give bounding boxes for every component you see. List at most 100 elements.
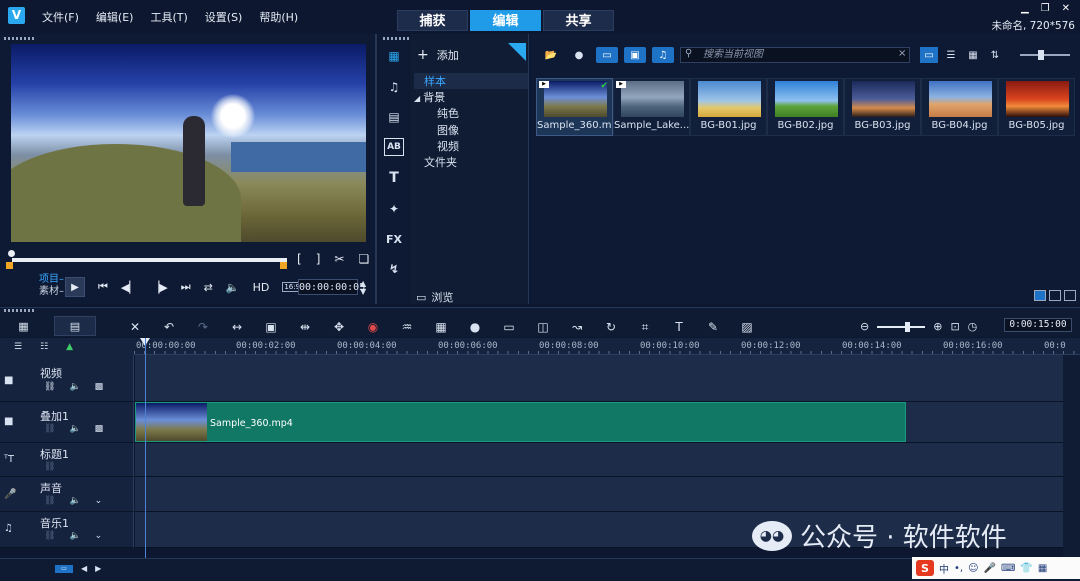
record-capture-icon[interactable]: ◉ xyxy=(356,318,390,336)
preview-timecode[interactable]: 00:00:00:05 xyxy=(298,279,365,295)
scroll-left-icon[interactable]: ◀ xyxy=(81,564,87,573)
panel-grip[interactable] xyxy=(4,309,34,312)
paint-icon[interactable]: ✎ xyxy=(696,318,730,336)
undo-icon[interactable]: ↶ xyxy=(152,318,186,336)
trim-start-marker[interactable] xyxy=(6,262,13,269)
layout-button-3[interactable] xyxy=(1064,290,1076,301)
list-view-icon[interactable]: ☰ xyxy=(942,47,960,63)
track-grid-icon[interactable]: ▩ xyxy=(95,424,104,434)
timeline-scrollbar[interactable] xyxy=(1063,355,1080,558)
track-header-title[interactable]: ᵀT 标题1 ⛓ xyxy=(0,443,134,477)
add-folder-button[interactable]: + 添加 xyxy=(417,47,459,63)
show-audio-icon[interactable]: ♫ xyxy=(652,47,674,63)
time-ruler[interactable]: 00:00:00:00 00:00:02:00 00:00:04:00 00:0… xyxy=(134,338,1080,355)
clock-icon[interactable]: ◷ xyxy=(968,320,978,333)
slider-thumb[interactable] xyxy=(905,321,911,332)
browse-button[interactable]: ▭ 浏览 xyxy=(416,289,453,305)
tree-item-folder[interactable]: 文件夹 xyxy=(424,154,457,170)
slider-thumb[interactable] xyxy=(1038,50,1044,60)
split-screen-icon[interactable]: ◫ xyxy=(526,318,560,336)
fit-icon[interactable]: ↔ xyxy=(220,318,254,336)
tab-share[interactable]: 共享 xyxy=(543,10,614,31)
add-marker-icon[interactable]: ▲ xyxy=(66,342,73,352)
layout-button-1[interactable] xyxy=(1034,290,1046,301)
tree-item-sample[interactable]: 样本 xyxy=(414,73,528,89)
record-icon[interactable]: ● xyxy=(568,47,590,63)
link-icon[interactable]: ⛓ xyxy=(44,496,55,506)
track-grid-icon[interactable]: ▩ xyxy=(95,382,104,392)
sogou-ime-icon[interactable]: S xyxy=(916,560,934,576)
timeline-duration[interactable]: 0:00:15:00 xyxy=(1004,318,1072,332)
link-icon[interactable]: ⛓ xyxy=(44,531,55,541)
tree-item-background[interactable]: ◢ 背景 xyxy=(414,89,445,105)
speed-icon[interactable]: ↝ xyxy=(560,318,594,336)
thumbnail-item[interactable]: BG-B01.jpg xyxy=(690,78,767,136)
thumbnail-item[interactable]: BG-B04.jpg xyxy=(921,78,998,136)
copy-frame-icon[interactable]: ❏ xyxy=(358,252,369,266)
thumbnail-view-icon[interactable]: ▭ xyxy=(920,47,938,63)
timecode-spinner[interactable]: ▲ ▼ xyxy=(360,280,366,296)
grid-view-icon[interactable]: ▦ xyxy=(964,47,982,63)
sort-icon[interactable]: ⇅ xyxy=(986,47,1004,63)
menu-settings[interactable]: 设置(S) xyxy=(205,9,243,25)
prev-frame-icon[interactable]: ◀▏ xyxy=(121,281,138,294)
track-volume-icon[interactable]: 🔈 xyxy=(69,424,80,434)
chevron-down-icon[interactable]: ⌄ xyxy=(95,496,103,506)
chapter-icon[interactable]: ☷ xyxy=(40,342,48,352)
snapshot-icon[interactable]: ▣ xyxy=(254,318,288,336)
clip-mode-label[interactable]: 素材– xyxy=(39,286,64,298)
zoom-slider[interactable] xyxy=(877,321,926,332)
import-folder-icon[interactable]: 📂 xyxy=(540,47,562,63)
project-mode-label[interactable]: 项目– xyxy=(39,274,64,286)
menu-help[interactable]: 帮助(H) xyxy=(259,9,298,25)
overlay-clip[interactable]: Sample_360.mp4 xyxy=(135,402,906,442)
home-icon[interactable]: ⏮ xyxy=(98,280,108,294)
ripple-icon[interactable]: ⇹ xyxy=(288,318,322,336)
thumbnail-item[interactable]: ▶ ✔ Sample_360.m... xyxy=(536,78,613,136)
pin-icon[interactable] xyxy=(508,43,526,61)
transition-icon[interactable]: AB xyxy=(384,138,404,156)
tab-capture[interactable]: 捕获 xyxy=(397,10,468,31)
title-icon[interactable]: T xyxy=(384,169,404,187)
track-volume-icon[interactable]: 🔈 xyxy=(69,531,80,541)
crop-tool-icon[interactable]: ⌗ xyxy=(628,318,662,336)
fit-timeline-icon[interactable]: ⊡ xyxy=(950,320,959,333)
track-lane-voice[interactable] xyxy=(135,477,1063,512)
subtitle-icon[interactable]: ▭ xyxy=(492,318,526,336)
end-icon[interactable]: ⏭ xyxy=(181,280,191,294)
chevron-down-icon[interactable]: ⌄ xyxy=(95,531,103,541)
link-icon[interactable]: ⛓ xyxy=(44,462,55,472)
panel-grip[interactable] xyxy=(4,37,34,40)
scrubber-handle[interactable] xyxy=(8,250,15,257)
rotate-icon[interactable]: ↻ xyxy=(594,318,628,336)
track-lane-video[interactable] xyxy=(135,355,1063,402)
instant-project-icon[interactable]: ▤ xyxy=(384,108,404,126)
ime-language[interactable]: 中 xyxy=(939,561,949,576)
tree-item-video[interactable]: 视频 xyxy=(437,138,459,154)
storyboard-view-icon[interactable]: ▦ xyxy=(5,316,42,336)
toolbox-icon[interactable]: ▦ xyxy=(1038,563,1047,574)
mark-out-icon[interactable]: ] xyxy=(316,252,321,266)
keyboard-icon[interactable]: ⌨ xyxy=(1001,563,1015,574)
track-volume-icon[interactable]: 🔈 xyxy=(69,382,80,392)
thumbnail-item[interactable]: BG-B02.jpg xyxy=(767,78,844,136)
multicam-icon[interactable]: ▦ xyxy=(424,318,458,336)
trim-end-marker[interactable] xyxy=(280,262,287,269)
clear-search-icon[interactable]: × xyxy=(898,48,906,59)
menu-edit[interactable]: 编辑(E) xyxy=(96,9,134,25)
sound-mixer-icon[interactable]: ♒ xyxy=(390,318,424,336)
graphics-icon[interactable]: ✦ xyxy=(384,200,404,218)
menu-file[interactable]: 文件(F) xyxy=(42,9,79,25)
tree-item-solid[interactable]: 纯色 xyxy=(437,105,459,121)
motion-icon[interactable]: ● xyxy=(458,318,492,336)
move-icon[interactable]: ✥ xyxy=(322,318,356,336)
split-clip-icon[interactable]: ✂ xyxy=(334,252,344,266)
microphone-icon[interactable]: 🎤 xyxy=(984,563,996,574)
mask-icon[interactable]: ▨ xyxy=(730,318,764,336)
track-header-voice[interactable]: 🎤 声音 ⛓ 🔈 ⌄ xyxy=(0,477,134,512)
close-icon[interactable]: ✕ xyxy=(1062,3,1070,14)
media-icon[interactable]: ▦ xyxy=(384,47,404,65)
motion-path-icon[interactable]: ↯ xyxy=(384,260,404,278)
expand-icon[interactable]: ◢ xyxy=(414,94,420,103)
thumbnail-item[interactable]: BG-B05.jpg xyxy=(998,78,1075,136)
